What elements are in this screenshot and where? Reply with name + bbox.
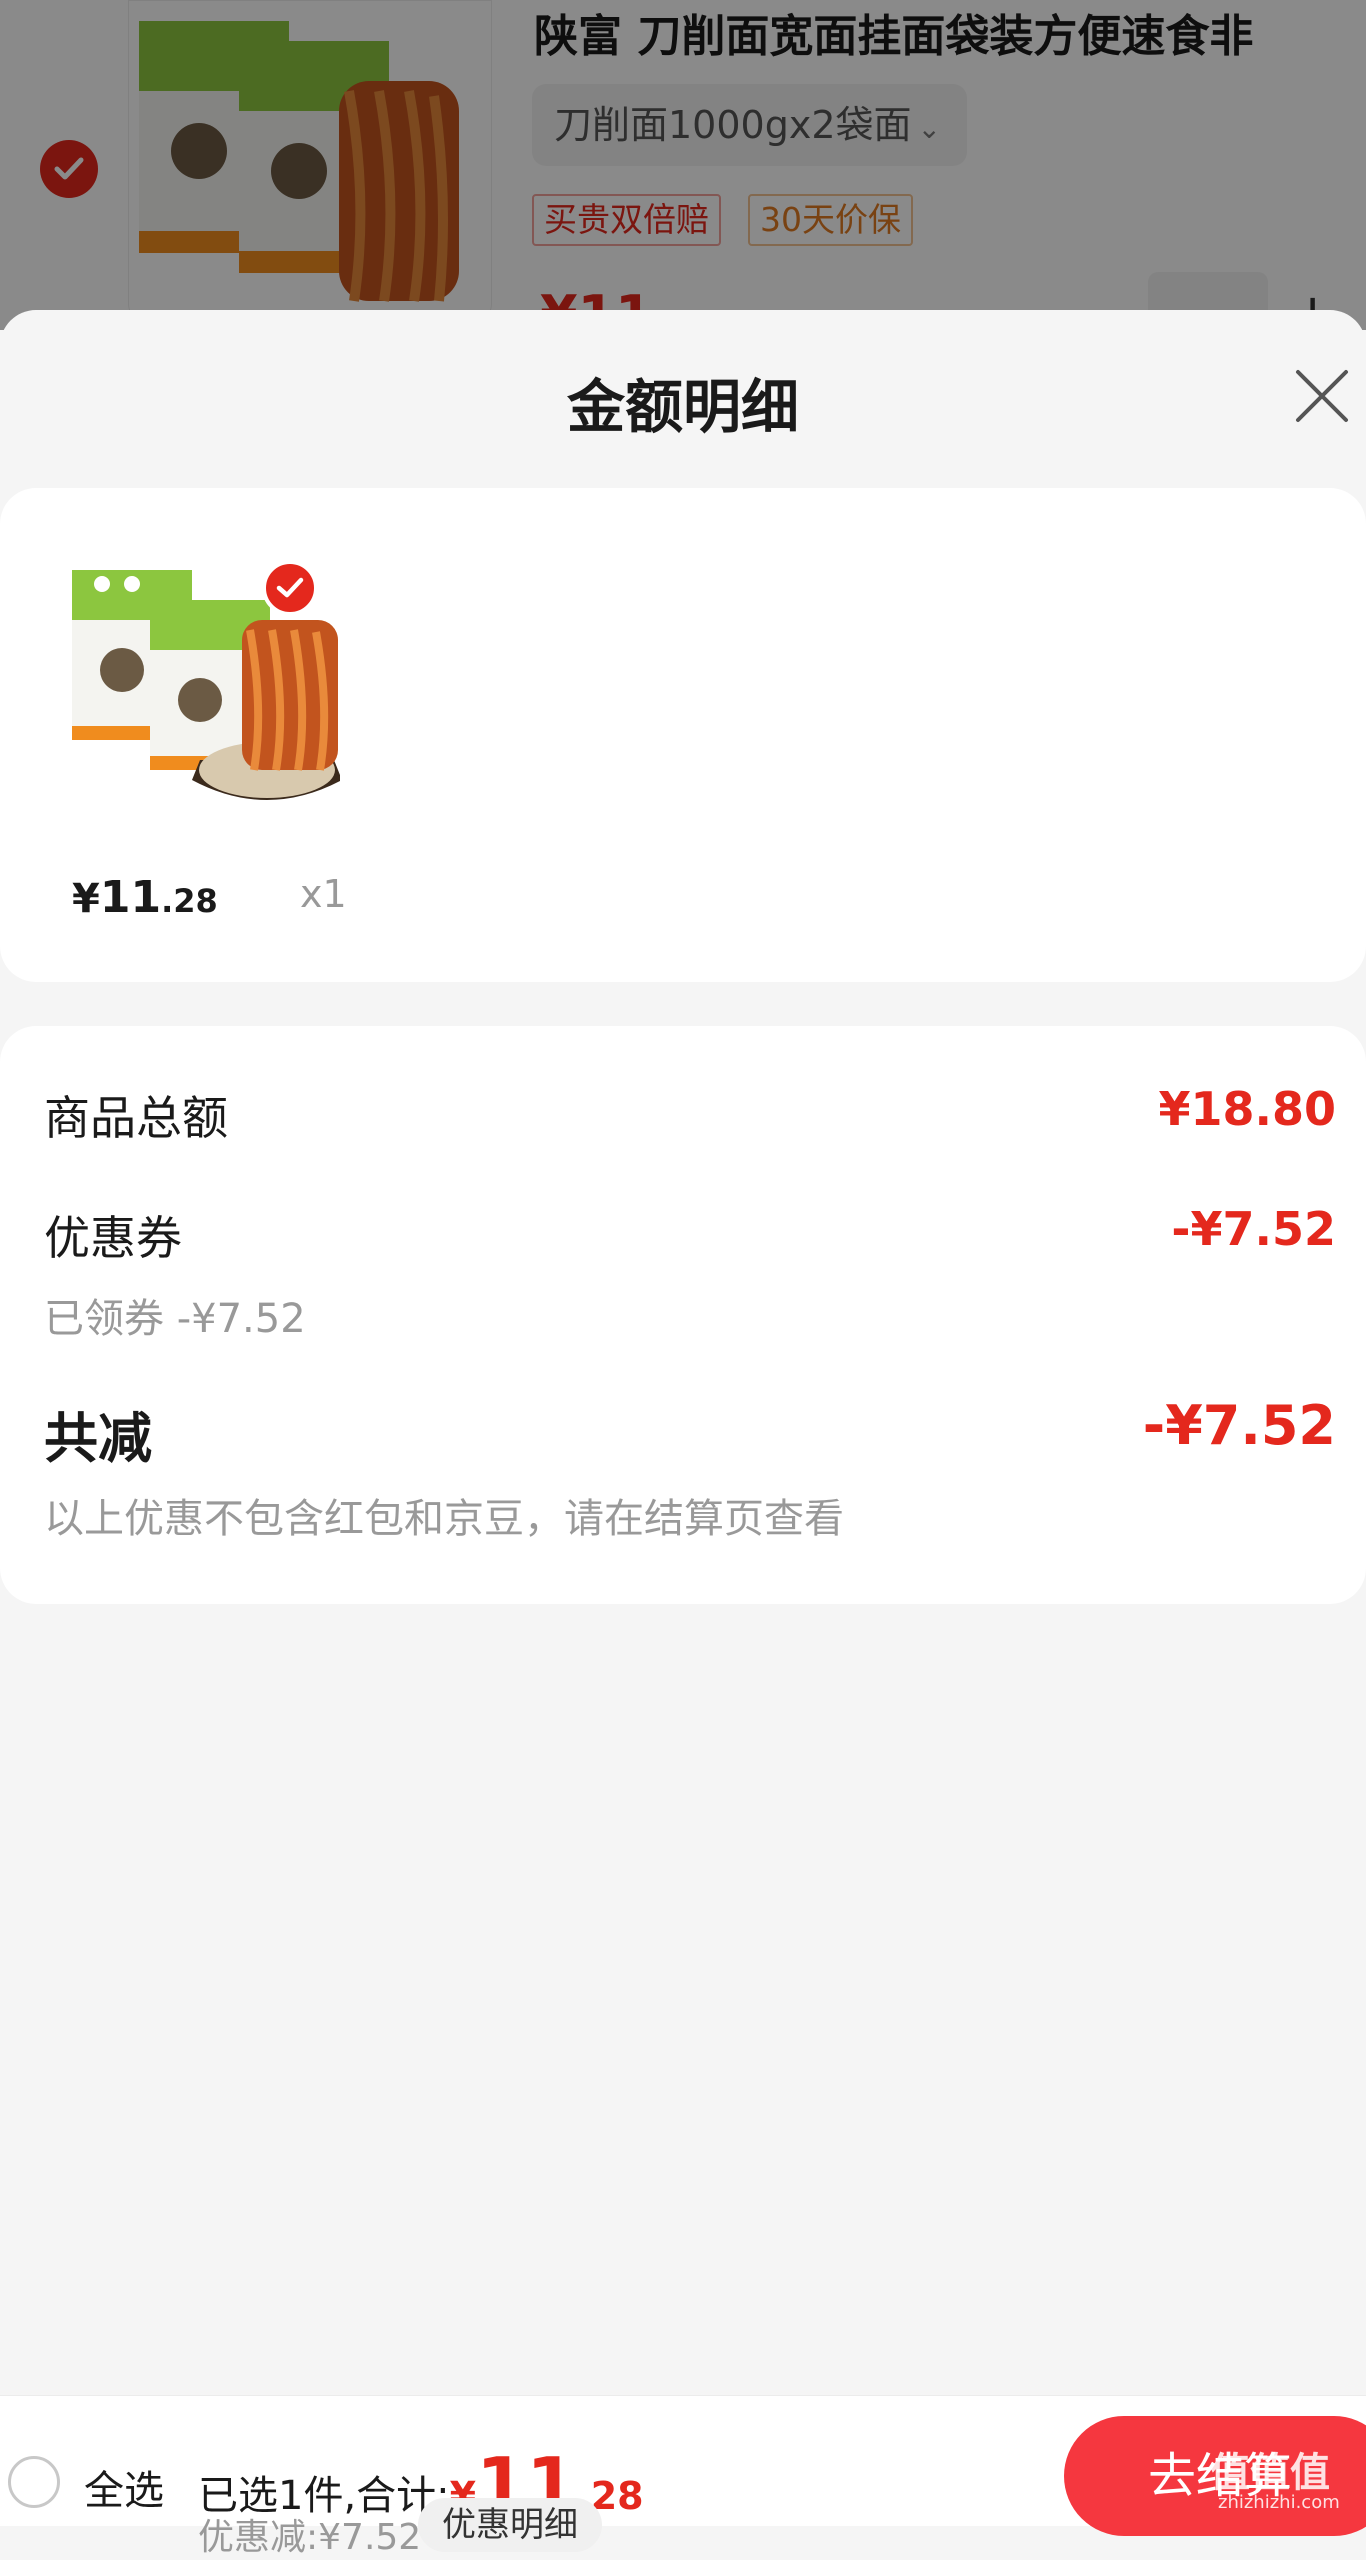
- discount-amount: 优惠减:¥7.52: [198, 2517, 422, 2558]
- total-reduce-value: -¥7.52: [1142, 1394, 1336, 1457]
- close-icon[interactable]: [1292, 366, 1352, 426]
- goods-total-label: 商品总额: [44, 1091, 228, 1145]
- coupon-value: -¥7.52: [1171, 1202, 1336, 1256]
- coupon-detail: 已领券 -¥7.52: [44, 1296, 306, 1342]
- price-decimal: .28: [161, 882, 218, 920]
- goods-total-value: ¥18.80: [1158, 1082, 1336, 1136]
- watermark-url: zhizhizhi.com: [1218, 2492, 1340, 2513]
- product-quantity: x1: [300, 872, 347, 916]
- watermark-logo: 值值值: [1210, 2450, 1330, 2496]
- discount-note: 以上优惠不包含红包和京豆，请在结算页查看: [44, 1496, 844, 1542]
- checkout-bar: 全选 已选1件,合计:¥11.28 优惠减:¥7.52 优惠明细 去结算: [0, 2395, 1366, 2558]
- cart-background: 陕富 刀削面宽面挂面袋装方便速食非 刀削面1000gx2袋面 ⌄ 买贵双倍赔 30…: [0, 0, 1366, 330]
- product-price: ¥11.28: [72, 872, 218, 923]
- product-selected-check-icon[interactable]: [262, 560, 318, 616]
- select-all-checkbox[interactable]: [8, 2456, 60, 2508]
- price-integer: 11: [99, 872, 162, 923]
- amount-summary-card: 商品总额 ¥18.80 优惠券 -¥7.52 已领券 -¥7.52 共减 -¥7…: [0, 1026, 1366, 1604]
- total-reduce-label: 共减: [44, 1407, 152, 1470]
- price-symbol: ¥: [72, 876, 100, 922]
- selected-products-card: ¥11.28 x1: [0, 488, 1366, 982]
- discount-detail-button[interactable]: 优惠明细: [418, 2498, 602, 2552]
- sheet-title: 金额明细: [566, 373, 799, 441]
- modal-backdrop[interactable]: [0, 0, 1366, 330]
- select-all-label[interactable]: 全选: [84, 2458, 164, 2516]
- amount-detail-sheet: 金额明细 ¥11.28 x1 商品总额 ¥18.80 优惠券 -¥7.52 已领…: [0, 310, 1366, 2395]
- coupon-label: 优惠券: [44, 1211, 182, 1265]
